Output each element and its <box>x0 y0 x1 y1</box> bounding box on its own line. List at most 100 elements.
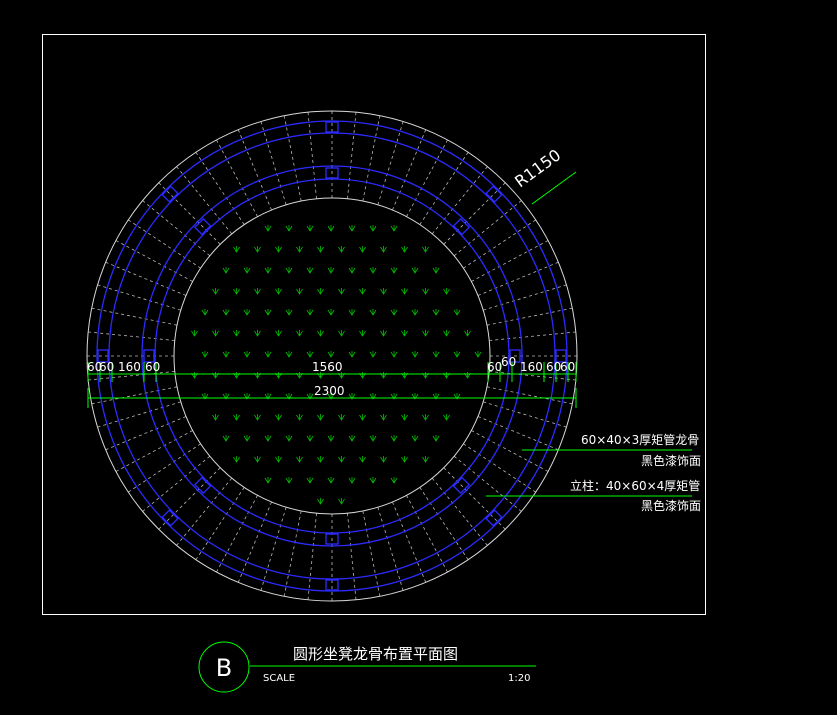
grass-symbol <box>233 330 240 337</box>
grass-symbol <box>233 246 240 253</box>
grass-symbol <box>390 225 398 232</box>
dim-left-2: 60 <box>99 360 114 374</box>
grass-symbol <box>212 330 219 337</box>
slat-line <box>406 139 448 217</box>
slat-line <box>307 112 317 199</box>
grass-symbol <box>243 435 251 442</box>
grass-symbol <box>222 435 230 442</box>
grass-symbol <box>348 309 356 316</box>
grass-symbol <box>243 351 251 358</box>
grass-symbol <box>264 351 272 358</box>
grass-symbol <box>327 351 335 358</box>
slat-line <box>105 416 187 451</box>
grass-symbol <box>296 372 303 379</box>
grass-symbol <box>296 456 303 463</box>
grass-symbol <box>359 456 366 463</box>
grass-symbol <box>212 414 219 421</box>
slat-line <box>105 261 187 296</box>
grass-symbol <box>306 267 314 274</box>
grass-symbol <box>380 414 387 421</box>
grass-symbol <box>306 477 314 484</box>
grass-symbol <box>254 246 261 253</box>
grass-symbol <box>327 477 335 484</box>
grass-symbol <box>296 246 303 253</box>
dim-left-4: 60 <box>145 360 160 374</box>
slat-line <box>486 307 573 326</box>
grass-symbol <box>348 225 356 232</box>
grass-symbol <box>401 330 408 337</box>
dim-right-5: 60 <box>560 360 575 374</box>
grass-symbol <box>432 267 440 274</box>
grass-symbol <box>464 330 471 337</box>
grass-symbol <box>317 330 324 337</box>
grass-symbol <box>369 309 377 316</box>
grass-symbol <box>390 267 398 274</box>
scale-label: SCALE <box>263 673 295 684</box>
slat-line <box>158 467 221 530</box>
grass-symbol <box>264 267 272 274</box>
grass-symbol <box>264 225 272 232</box>
grass-symbol <box>401 288 408 295</box>
grass-symbol <box>443 372 450 379</box>
grass-symbol <box>359 330 366 337</box>
slat-line <box>486 386 573 405</box>
grass-symbol <box>191 372 198 379</box>
grass-symbol <box>233 372 240 379</box>
grass-symbol <box>369 267 377 274</box>
grass-symbol <box>369 435 377 442</box>
grass-symbol <box>212 288 219 295</box>
slat-line <box>307 513 317 600</box>
slat-line <box>489 331 576 341</box>
grass-symbol <box>369 477 377 484</box>
grass-symbol <box>275 456 282 463</box>
slat-line <box>443 182 506 245</box>
grass-symbol <box>348 267 356 274</box>
slat-line <box>237 129 272 211</box>
slat-line <box>471 240 549 282</box>
grass-symbol <box>401 372 408 379</box>
slat-line <box>158 182 221 245</box>
slat-line <box>362 510 381 597</box>
grass-symbol <box>380 330 387 337</box>
grass-symbol <box>338 498 345 505</box>
grass-symbol <box>390 309 398 316</box>
grass-symbol <box>422 288 429 295</box>
grass-symbol <box>222 351 230 358</box>
slat-line <box>216 495 258 573</box>
slat-line <box>471 430 549 472</box>
slat-line <box>362 115 381 202</box>
grass-symbol <box>317 288 324 295</box>
grass-symbol <box>453 309 461 316</box>
grass-symbol <box>380 456 387 463</box>
grass-symbol <box>264 477 272 484</box>
slat-line <box>115 430 193 472</box>
grass-symbol <box>422 456 429 463</box>
grass-symbol <box>369 225 377 232</box>
slat-line <box>477 261 559 296</box>
slat-line <box>283 115 302 202</box>
grass-symbol <box>285 225 293 232</box>
grass-symbol <box>348 351 356 358</box>
grass-symbol <box>327 225 335 232</box>
grass-symbol <box>222 309 230 316</box>
slat-line <box>283 510 302 597</box>
grass-symbol <box>254 414 261 421</box>
grass-symbol <box>317 246 324 253</box>
grass-symbol <box>212 372 219 379</box>
grass-symbol <box>275 288 282 295</box>
grass-symbol <box>254 456 261 463</box>
grass-symbol <box>243 309 251 316</box>
slat-line <box>216 139 258 217</box>
grass-symbol <box>338 414 345 421</box>
cad-drawing: R1150 60 60 160 60 1560 60 60 160 60 60 … <box>42 34 706 693</box>
grass-symbol <box>306 435 314 442</box>
dim-center: 1560 <box>312 360 343 374</box>
grass-symbol <box>327 267 335 274</box>
grass-symbol <box>317 456 324 463</box>
grass-symbol <box>474 351 482 358</box>
scale-value: 1:20 <box>508 673 530 684</box>
grass-symbol <box>285 309 293 316</box>
grass-symbol <box>327 435 335 442</box>
grass-symbol <box>338 330 345 337</box>
grass-symbol <box>443 414 450 421</box>
